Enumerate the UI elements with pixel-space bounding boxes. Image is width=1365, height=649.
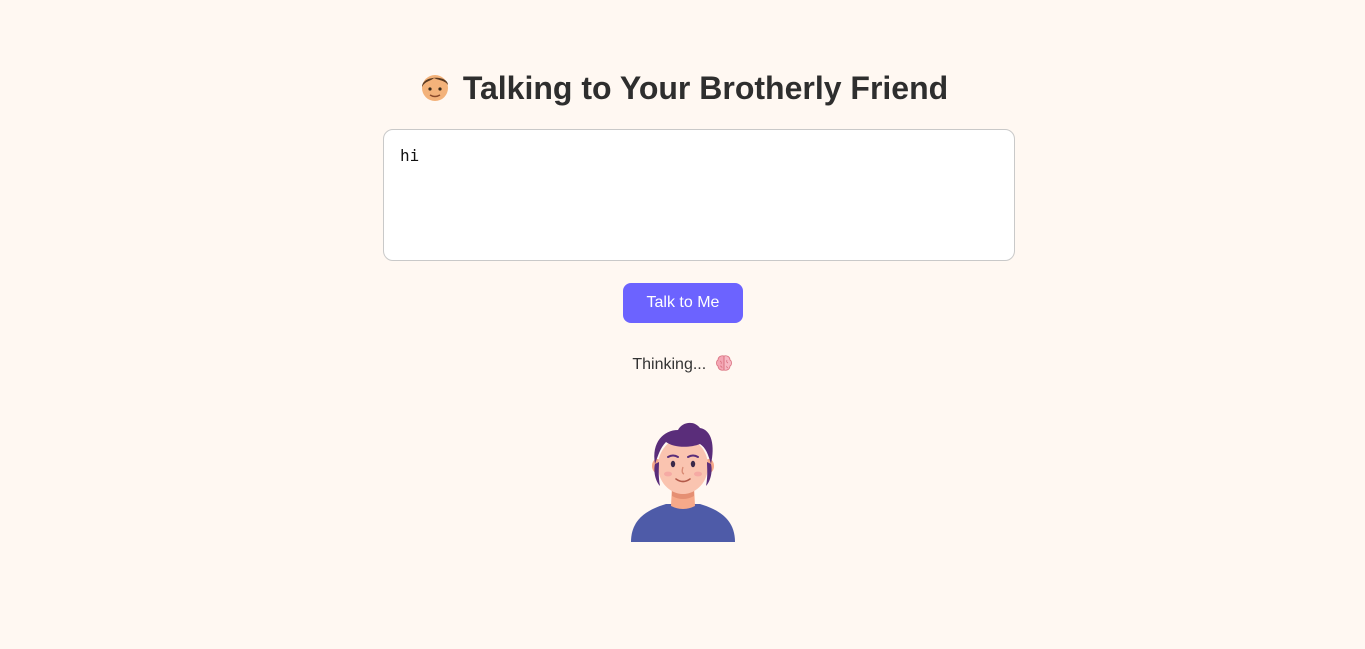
- message-input[interactable]: [383, 129, 1015, 261]
- app-page: Talking to Your Brotherly Friend Talk to…: [0, 0, 1365, 649]
- talk-to-me-button[interactable]: Talk to Me: [623, 283, 743, 323]
- person-icon: [417, 69, 453, 116]
- page-title-text: Talking to Your Brotherly Friend: [462, 70, 949, 106]
- status-message: Thinking...: [0, 354, 1365, 378]
- page-title: Talking to Your Brotherly Friend: [0, 66, 1365, 116]
- brain-icon: [715, 354, 733, 378]
- friend-avatar: [628, 420, 738, 542]
- status-text: Thinking...: [632, 356, 707, 373]
